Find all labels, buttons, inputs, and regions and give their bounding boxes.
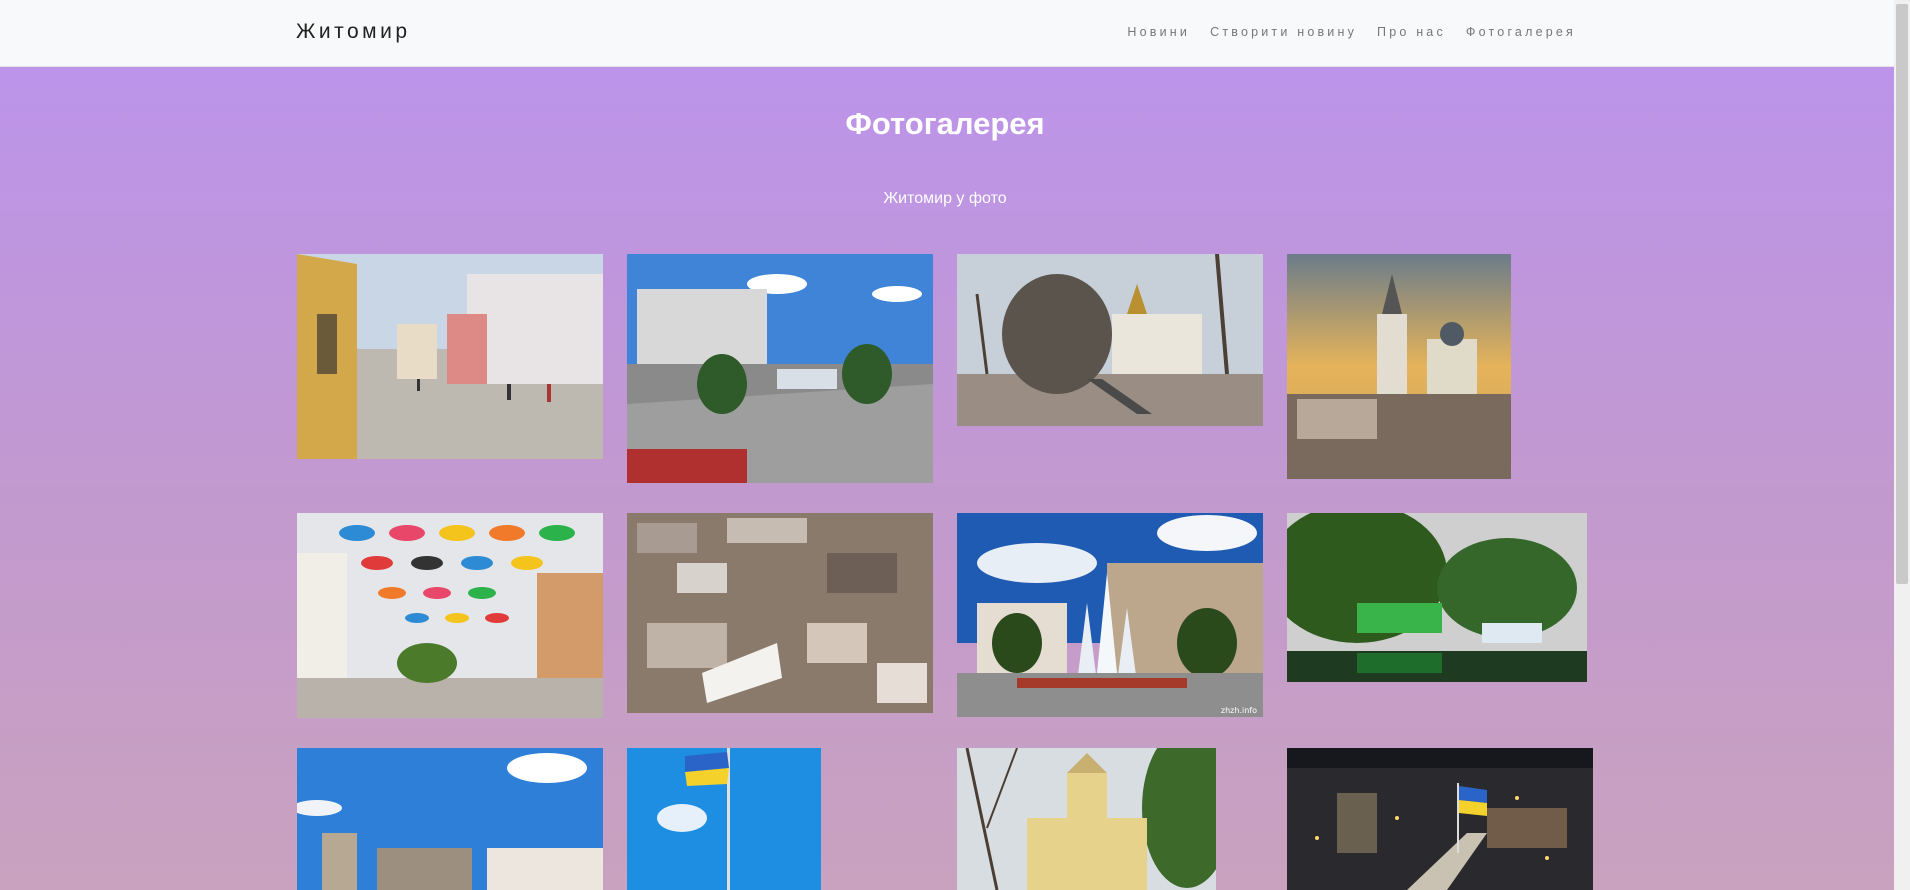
gallery-photo[interactable] bbox=[627, 254, 933, 483]
gallery-photo[interactable]: zhzh.info bbox=[957, 513, 1263, 717]
nav-link-about[interactable]: Про нас bbox=[1377, 25, 1446, 39]
page-title: Фотогалерея bbox=[845, 106, 1045, 141]
gallery-photo[interactable] bbox=[297, 254, 603, 459]
scrollbar[interactable] bbox=[1894, 0, 1910, 890]
nav-link-create-news[interactable]: Створити новину bbox=[1210, 25, 1357, 39]
gallery-photo[interactable] bbox=[297, 748, 603, 890]
brand-logo[interactable]: Житомир bbox=[296, 20, 411, 44]
gallery-photo[interactable] bbox=[1287, 254, 1511, 479]
page-subtitle: Житомир у фото bbox=[883, 190, 1007, 207]
nav-menu: Новини Створити новину Про нас Фотогалер… bbox=[1127, 25, 1576, 39]
gallery-photo[interactable] bbox=[297, 513, 603, 718]
gallery-photo[interactable] bbox=[627, 748, 821, 890]
gallery-photo[interactable] bbox=[957, 254, 1263, 426]
navbar: Житомир Новини Створити новину Про нас Ф… bbox=[0, 0, 1894, 67]
nav-link-news[interactable]: Новини bbox=[1127, 25, 1190, 39]
photo-watermark: zhzh.info bbox=[1221, 706, 1257, 715]
nav-link-gallery[interactable]: Фотогалерея bbox=[1466, 25, 1576, 39]
gallery-photo[interactable] bbox=[1287, 748, 1593, 890]
gallery-photo[interactable] bbox=[627, 513, 933, 713]
gallery-photo[interactable] bbox=[1287, 513, 1587, 682]
scrollbar-thumb[interactable] bbox=[1896, 4, 1908, 584]
gallery-photo[interactable] bbox=[957, 748, 1216, 890]
